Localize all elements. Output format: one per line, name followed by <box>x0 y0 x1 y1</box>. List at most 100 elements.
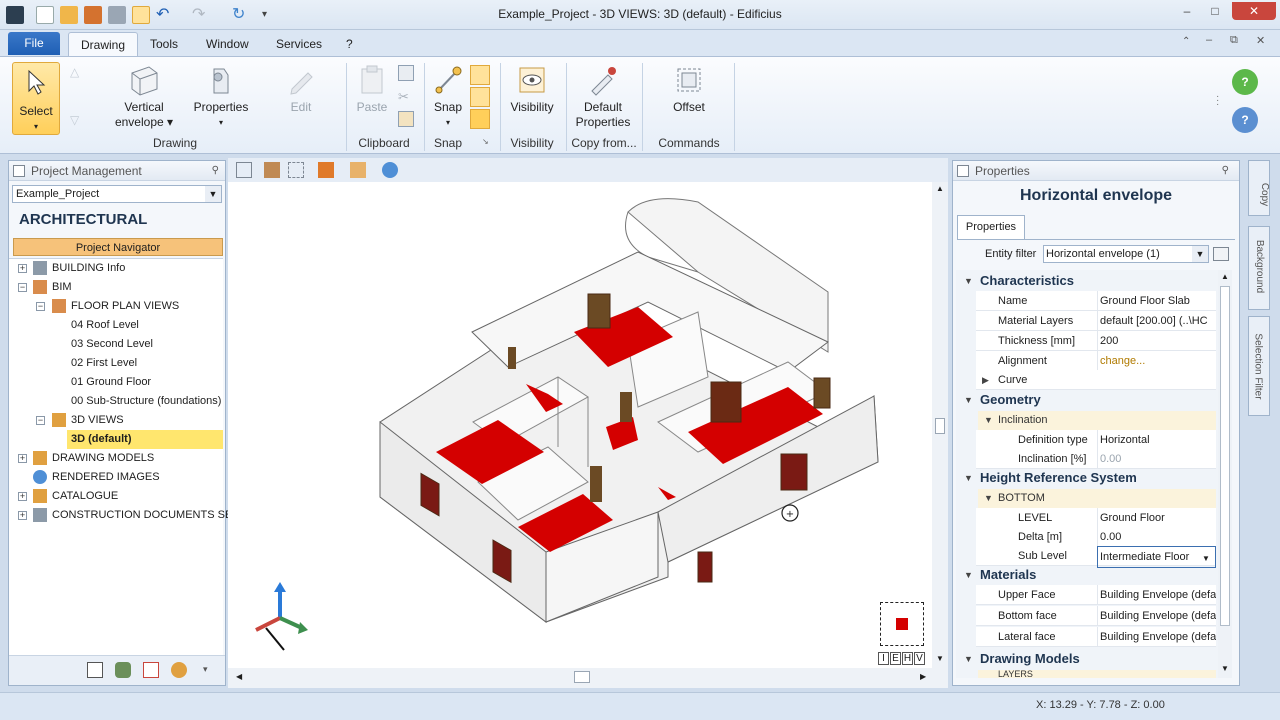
expand-icon[interactable]: + <box>18 264 27 273</box>
default-properties-button[interactable]: Default Properties <box>570 63 636 130</box>
properties-button[interactable]: Properties ▾ <box>190 63 252 130</box>
side-tab-selection-filter[interactable]: Selection Filter <box>1248 316 1270 416</box>
property-value[interactable]: Ground Floor <box>1097 508 1216 528</box>
category-characteristics[interactable]: ▼ Characteristics <box>956 271 1218 291</box>
category-geometry[interactable]: ▼ Geometry <box>956 390 1218 410</box>
visibility-button[interactable]: Visibility <box>506 63 558 115</box>
property-value[interactable]: 0.00 <box>1097 527 1216 547</box>
delete-report-icon[interactable] <box>143 662 159 678</box>
help-icon[interactable]: ? <box>1232 107 1258 133</box>
property-row-delta[interactable]: Delta [m] 0.00 <box>976 527 1216 547</box>
cut-scissors-icon[interactable]: ✂ <box>398 89 409 105</box>
property-row-bottom-face[interactable]: Bottom face Building Envelope (defau <box>976 606 1216 626</box>
chevron-down-icon[interactable]: ▼ <box>205 186 221 202</box>
tree-item-3d-default[interactable]: 3D (default) <box>67 430 223 449</box>
scroll-thumb[interactable] <box>935 418 945 434</box>
property-row-name[interactable]: Name Ground Floor Slab <box>976 291 1216 311</box>
property-grid-scrollbar[interactable]: ▲ ▼ <box>1218 270 1232 678</box>
scroll-up-icon[interactable]: ▲ <box>1221 272 1229 281</box>
property-row-alignment[interactable]: Alignment change... <box>976 351 1216 371</box>
property-row-sub-level[interactable]: Sub Level Intermediate Floor ▼ <box>976 546 1216 568</box>
view-mode-h[interactable]: H <box>902 652 913 665</box>
expand-icon[interactable]: + <box>18 511 27 520</box>
collapse-icon[interactable]: − <box>36 416 45 425</box>
zoom-extents-icon[interactable] <box>288 162 304 178</box>
tree-item-drawing-models[interactable]: + DRAWING MODELS <box>9 449 223 468</box>
property-row-definition-type[interactable]: Definition type Horizontal <box>976 430 1216 450</box>
scroll-up-icon[interactable]: ▲ <box>936 184 944 193</box>
collapse-triangle-icon[interactable]: ▼ <box>984 411 993 430</box>
tab-file[interactable]: File <box>8 32 60 55</box>
property-value[interactable]: Building Envelope (defau <box>1097 606 1216 626</box>
render-sphere-icon[interactable] <box>382 162 398 178</box>
side-tab-background[interactable]: Background <box>1248 226 1270 310</box>
layout-icon[interactable] <box>236 162 252 178</box>
ribbon-more-icon[interactable]: · · · <box>1216 92 1219 110</box>
tab-window[interactable]: Window <box>194 32 261 56</box>
collapse-triangle-icon[interactable]: ▼ <box>964 468 973 488</box>
maximize-button[interactable]: □ <box>1202 2 1228 20</box>
property-value-link[interactable]: change... <box>1097 351 1216 371</box>
report-icon[interactable] <box>87 662 103 678</box>
collapse-icon[interactable]: − <box>18 283 27 292</box>
building-3d-model[interactable]: + <box>228 182 932 668</box>
tree-item-floor-plan-views[interactable]: − FLOOR PLAN VIEWS <box>9 297 223 316</box>
tree-item-bim[interactable]: − BIM <box>9 278 223 297</box>
close-button[interactable]: ✕ <box>1232 2 1276 20</box>
entity-filter-select[interactable]: Horizontal envelope (1) ▼ <box>1043 245 1209 263</box>
property-row-upper-face[interactable]: Upper Face Building Envelope (defau <box>976 585 1216 605</box>
scroll-left-icon[interactable]: ◀ <box>236 672 242 681</box>
tree-item-roof-level[interactable]: 04 Roof Level <box>9 316 223 335</box>
collapse-triangle-icon[interactable]: ▼ <box>964 565 973 585</box>
collapse-triangle-icon[interactable]: ▼ <box>984 489 993 508</box>
tree-item-rendered-images[interactable]: RENDERED IMAGES <box>9 468 223 487</box>
category-height-reference[interactable]: ▼ Height Reference System <box>956 468 1218 488</box>
axes-gizmo-icon[interactable] <box>242 580 322 660</box>
project-navigator-bar[interactable]: Project Navigator <box>13 238 223 256</box>
doc-restore-icon[interactable]: ⧉ <box>1230 34 1238 47</box>
viewport-vertical-scrollbar[interactable]: ▲ ▼ <box>932 182 948 668</box>
tree-item-ground-floor[interactable]: 01 Ground Floor <box>9 373 223 392</box>
tree-item-first-level[interactable]: 02 First Level <box>9 354 223 373</box>
expand-triangle-icon[interactable]: ▶ <box>982 370 989 390</box>
view-mode-i[interactable]: I <box>878 652 889 665</box>
chevron-down-icon[interactable]: ▼ <box>1192 246 1208 262</box>
tab-services[interactable]: Services <box>264 32 334 56</box>
ribbon-collapse-icon[interactable]: ⌃ <box>1182 36 1190 47</box>
tree-item-second-level[interactable]: 03 Second Level <box>9 335 223 354</box>
tab-tools[interactable]: Tools <box>138 32 190 56</box>
view-cube-selector[interactable] <box>880 602 924 646</box>
texture-icon[interactable] <box>264 162 280 178</box>
snap-button[interactable]: Snap ▾ <box>430 63 466 130</box>
select-button[interactable]: Select ▾ <box>12 62 60 135</box>
view-mode-v[interactable]: V <box>914 652 925 665</box>
pin-icon[interactable]: ⚲ <box>212 161 219 181</box>
copy-icon[interactable] <box>398 65 414 81</box>
property-value[interactable]: Building Envelope (defau <box>1097 585 1216 605</box>
property-row-inclination[interactable]: Inclination [%] 0.00 <box>976 449 1216 469</box>
scroll-right-icon[interactable]: ▶ <box>920 672 926 681</box>
tree-item-catalogue[interactable]: + CATALOGUE <box>9 487 223 506</box>
tree-item-construction-documents[interactable]: + CONSTRUCTION DOCUMENTS SET <box>9 506 239 525</box>
copy-format-icon[interactable] <box>398 111 414 127</box>
tree-item-building-info[interactable]: + BUILDING Info <box>9 259 223 278</box>
property-row-level[interactable]: LEVEL Ground Floor <box>976 508 1216 528</box>
property-value[interactable]: Horizontal <box>1097 430 1216 450</box>
property-value[interactable]: Building Envelope (defau <box>1097 627 1216 647</box>
pick-tool-icon[interactable] <box>318 162 334 178</box>
minimize-button[interactable]: – <box>1174 2 1200 20</box>
collapse-triangle-icon[interactable]: ▼ <box>964 271 973 291</box>
property-row-material-layers[interactable]: Material Layers default [200.00] (..\HC <box>976 311 1216 331</box>
side-tab-copy[interactable]: Copy <box>1248 160 1270 216</box>
tree-item-sub-structure[interactable]: 00 Sub-Structure (foundations) <box>9 392 223 411</box>
offset-button[interactable]: Offset <box>664 63 714 115</box>
vertical-envelope-button[interactable]: Vertical envelope ▾ <box>110 63 178 130</box>
property-value[interactable]: Ground Floor Slab <box>1097 291 1216 311</box>
subcategory-layers[interactable]: LAYERS <box>978 670 1216 678</box>
doc-minimize-icon[interactable]: – <box>1206 34 1212 46</box>
property-value[interactable]: default [200.00] (..\HC <box>1097 311 1216 331</box>
snap-grid-toggle-icon[interactable] <box>470 65 490 85</box>
snap-options-launcher-icon[interactable]: ↘ <box>482 137 489 146</box>
clipping-icon[interactable] <box>350 162 366 178</box>
tab-help[interactable]: ? <box>334 32 365 56</box>
